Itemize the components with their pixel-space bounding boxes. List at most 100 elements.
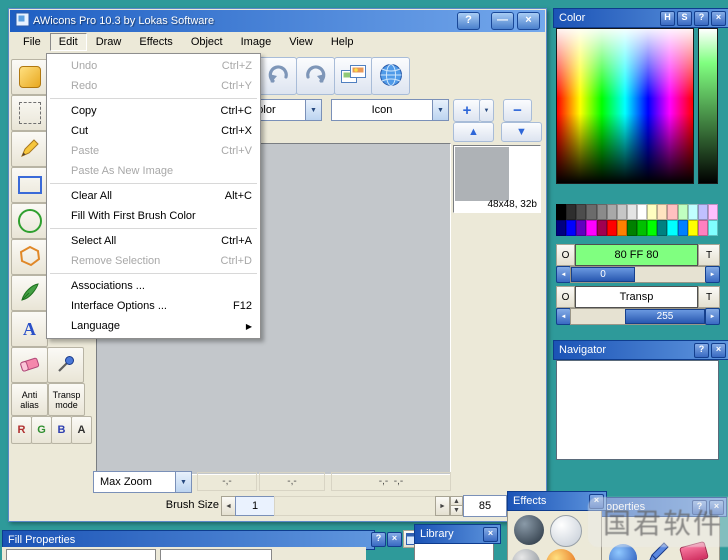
web-button[interactable] <box>371 57 410 95</box>
palette-swatch[interactable] <box>678 220 688 236</box>
add-image-button[interactable]: + <box>453 99 481 122</box>
slider-right-arrow[interactable]: ► <box>705 266 720 283</box>
tool-select[interactable] <box>11 95 48 131</box>
palette-swatch[interactable] <box>678 204 688 220</box>
palette-swatch[interactable] <box>637 204 647 220</box>
menu-item-clear-all[interactable]: Clear All Alt+C <box>47 186 260 206</box>
brush-size-decrease[interactable]: ◄ <box>221 496 236 516</box>
saturation-button[interactable]: S <box>677 11 692 26</box>
menu-draw[interactable]: Draw <box>87 33 131 51</box>
zoom-combo[interactable]: Max Zoom ▼ <box>93 471 192 493</box>
menu-item-interface-options[interactable]: Interface Options ... F12 <box>47 296 260 316</box>
window-titlebar[interactable]: AWicons Pro 10.3 by Lokas Software ? — × <box>10 10 545 32</box>
move-up-button[interactable]: ▲ <box>453 122 494 142</box>
palette-swatch[interactable] <box>597 204 607 220</box>
slider-right-arrow[interactable]: ► <box>705 308 720 325</box>
menu-file[interactable]: File <box>14 33 50 51</box>
icon-combo[interactable]: Icon ▼ <box>331 99 449 121</box>
palette-swatch[interactable] <box>657 204 667 220</box>
slider-left-arrow[interactable]: ◄ <box>556 266 571 283</box>
palette-swatch[interactable] <box>688 220 698 236</box>
alpha-value-field[interactable]: Transp <box>575 286 698 308</box>
palette-swatch[interactable] <box>617 204 627 220</box>
channel-a-button[interactable]: A <box>71 416 92 444</box>
palette-swatch[interactable] <box>698 220 708 236</box>
navigator-preview[interactable] <box>556 360 719 460</box>
palette-swatch[interactable] <box>597 220 607 236</box>
alpha-t-button[interactable]: T <box>698 286 720 308</box>
palette-swatch[interactable] <box>698 204 708 220</box>
fill-properties-field[interactable] <box>160 549 272 560</box>
palette-swatch[interactable] <box>647 220 657 236</box>
remove-image-button[interactable]: − <box>503 99 532 122</box>
menu-item-select-all[interactable]: Select All Ctrl+A <box>47 231 260 251</box>
primary-color-t-button[interactable]: T <box>698 244 720 266</box>
navigator-panel-titlebar[interactable]: Navigator ? × <box>553 340 728 360</box>
menu-item-language[interactable]: Language ▶ <box>47 316 260 336</box>
hue-button[interactable]: H <box>660 11 675 26</box>
effect-sphere-gray[interactable] <box>512 549 540 560</box>
menu-item-fill-with-first-brush-color[interactable]: Fill With First Brush Color <box>47 206 260 226</box>
tool-pencil[interactable] <box>11 131 48 167</box>
menu-view[interactable]: View <box>280 33 322 51</box>
brush-size-track[interactable] <box>274 496 436 516</box>
palette-swatch[interactable] <box>586 220 596 236</box>
color-value-field[interactable]: 80 FF 80 <box>575 244 698 266</box>
images-button[interactable] <box>334 57 373 95</box>
menu-object[interactable]: Object <box>182 33 232 51</box>
chevron-down-icon[interactable]: ▼ <box>432 100 448 120</box>
alpha-slider-thumb[interactable]: 255 <box>625 309 705 324</box>
close-button[interactable]: × <box>517 12 540 30</box>
palette-swatch[interactable] <box>576 204 586 220</box>
palette-swatch[interactable] <box>688 204 698 220</box>
tool-eraser[interactable] <box>11 347 48 383</box>
menu-item-undo[interactable]: Undo Ctrl+Z <box>47 56 260 76</box>
menu-effects[interactable]: Effects <box>130 33 181 51</box>
color-slider-thumb[interactable]: 0 <box>571 267 635 282</box>
palette-swatch[interactable] <box>627 220 637 236</box>
chevron-down-icon[interactable]: ▼ <box>305 100 321 120</box>
color-panel-titlebar[interactable]: Color H S ? × <box>553 8 728 28</box>
add-image-dropdown[interactable]: ▼ <box>479 99 494 122</box>
tool-text[interactable]: A <box>11 311 48 347</box>
alpha-slider-track[interactable]: 255 <box>570 308 706 325</box>
effect-sphere-dark[interactable] <box>514 515 544 545</box>
redo-button[interactable] <box>296 57 335 95</box>
palette-swatch[interactable] <box>617 220 627 236</box>
tool-polygon[interactable] <box>11 239 48 275</box>
library-panel-titlebar[interactable]: Library × <box>414 524 501 544</box>
panel-close-button[interactable]: × <box>711 343 726 358</box>
menu-item-redo[interactable]: Redo Ctrl+Y <box>47 76 260 96</box>
primary-color-o-button[interactable]: O <box>556 244 575 266</box>
palette-swatch[interactable] <box>647 204 657 220</box>
color-picker-field[interactable] <box>556 28 694 184</box>
channel-r-button[interactable]: R <box>11 416 32 444</box>
menu-image[interactable]: Image <box>232 33 281 51</box>
brush-size-increase[interactable]: ► <box>435 496 450 516</box>
palette-swatch[interactable] <box>667 220 677 236</box>
slider-left-arrow[interactable]: ◄ <box>556 308 571 325</box>
value-spin-down[interactable]: ▼ <box>450 505 463 516</box>
palette-swatch[interactable] <box>708 220 718 236</box>
tool-page[interactable] <box>11 59 48 95</box>
luminance-strip[interactable] <box>698 28 718 184</box>
effect-sphere-orange[interactable] <box>546 549 576 560</box>
panel-close-button[interactable]: × <box>387 532 402 547</box>
menu-item-remove-selection[interactable]: Remove Selection Ctrl+D <box>47 251 260 271</box>
panel-help-button[interactable]: ? <box>371 532 386 547</box>
menu-edit[interactable]: Edit <box>50 33 87 51</box>
palette-swatch[interactable] <box>556 220 566 236</box>
menu-help[interactable]: Help <box>322 33 363 51</box>
tool-brush[interactable] <box>11 275 48 311</box>
palette-swatch[interactable] <box>586 204 596 220</box>
help-button[interactable]: ? <box>457 12 480 30</box>
palette-swatch[interactable] <box>708 204 718 220</box>
effect-sphere-light[interactable] <box>550 515 582 547</box>
panel-close-button[interactable]: × <box>483 527 498 542</box>
fill-properties-field[interactable] <box>6 549 156 560</box>
color-slider-track[interactable]: 0 <box>570 266 706 283</box>
chevron-down-icon[interactable]: ▼ <box>175 472 191 492</box>
tool-color-picker[interactable] <box>47 347 84 383</box>
palette-swatch[interactable] <box>576 220 586 236</box>
palette-swatch[interactable] <box>566 204 576 220</box>
